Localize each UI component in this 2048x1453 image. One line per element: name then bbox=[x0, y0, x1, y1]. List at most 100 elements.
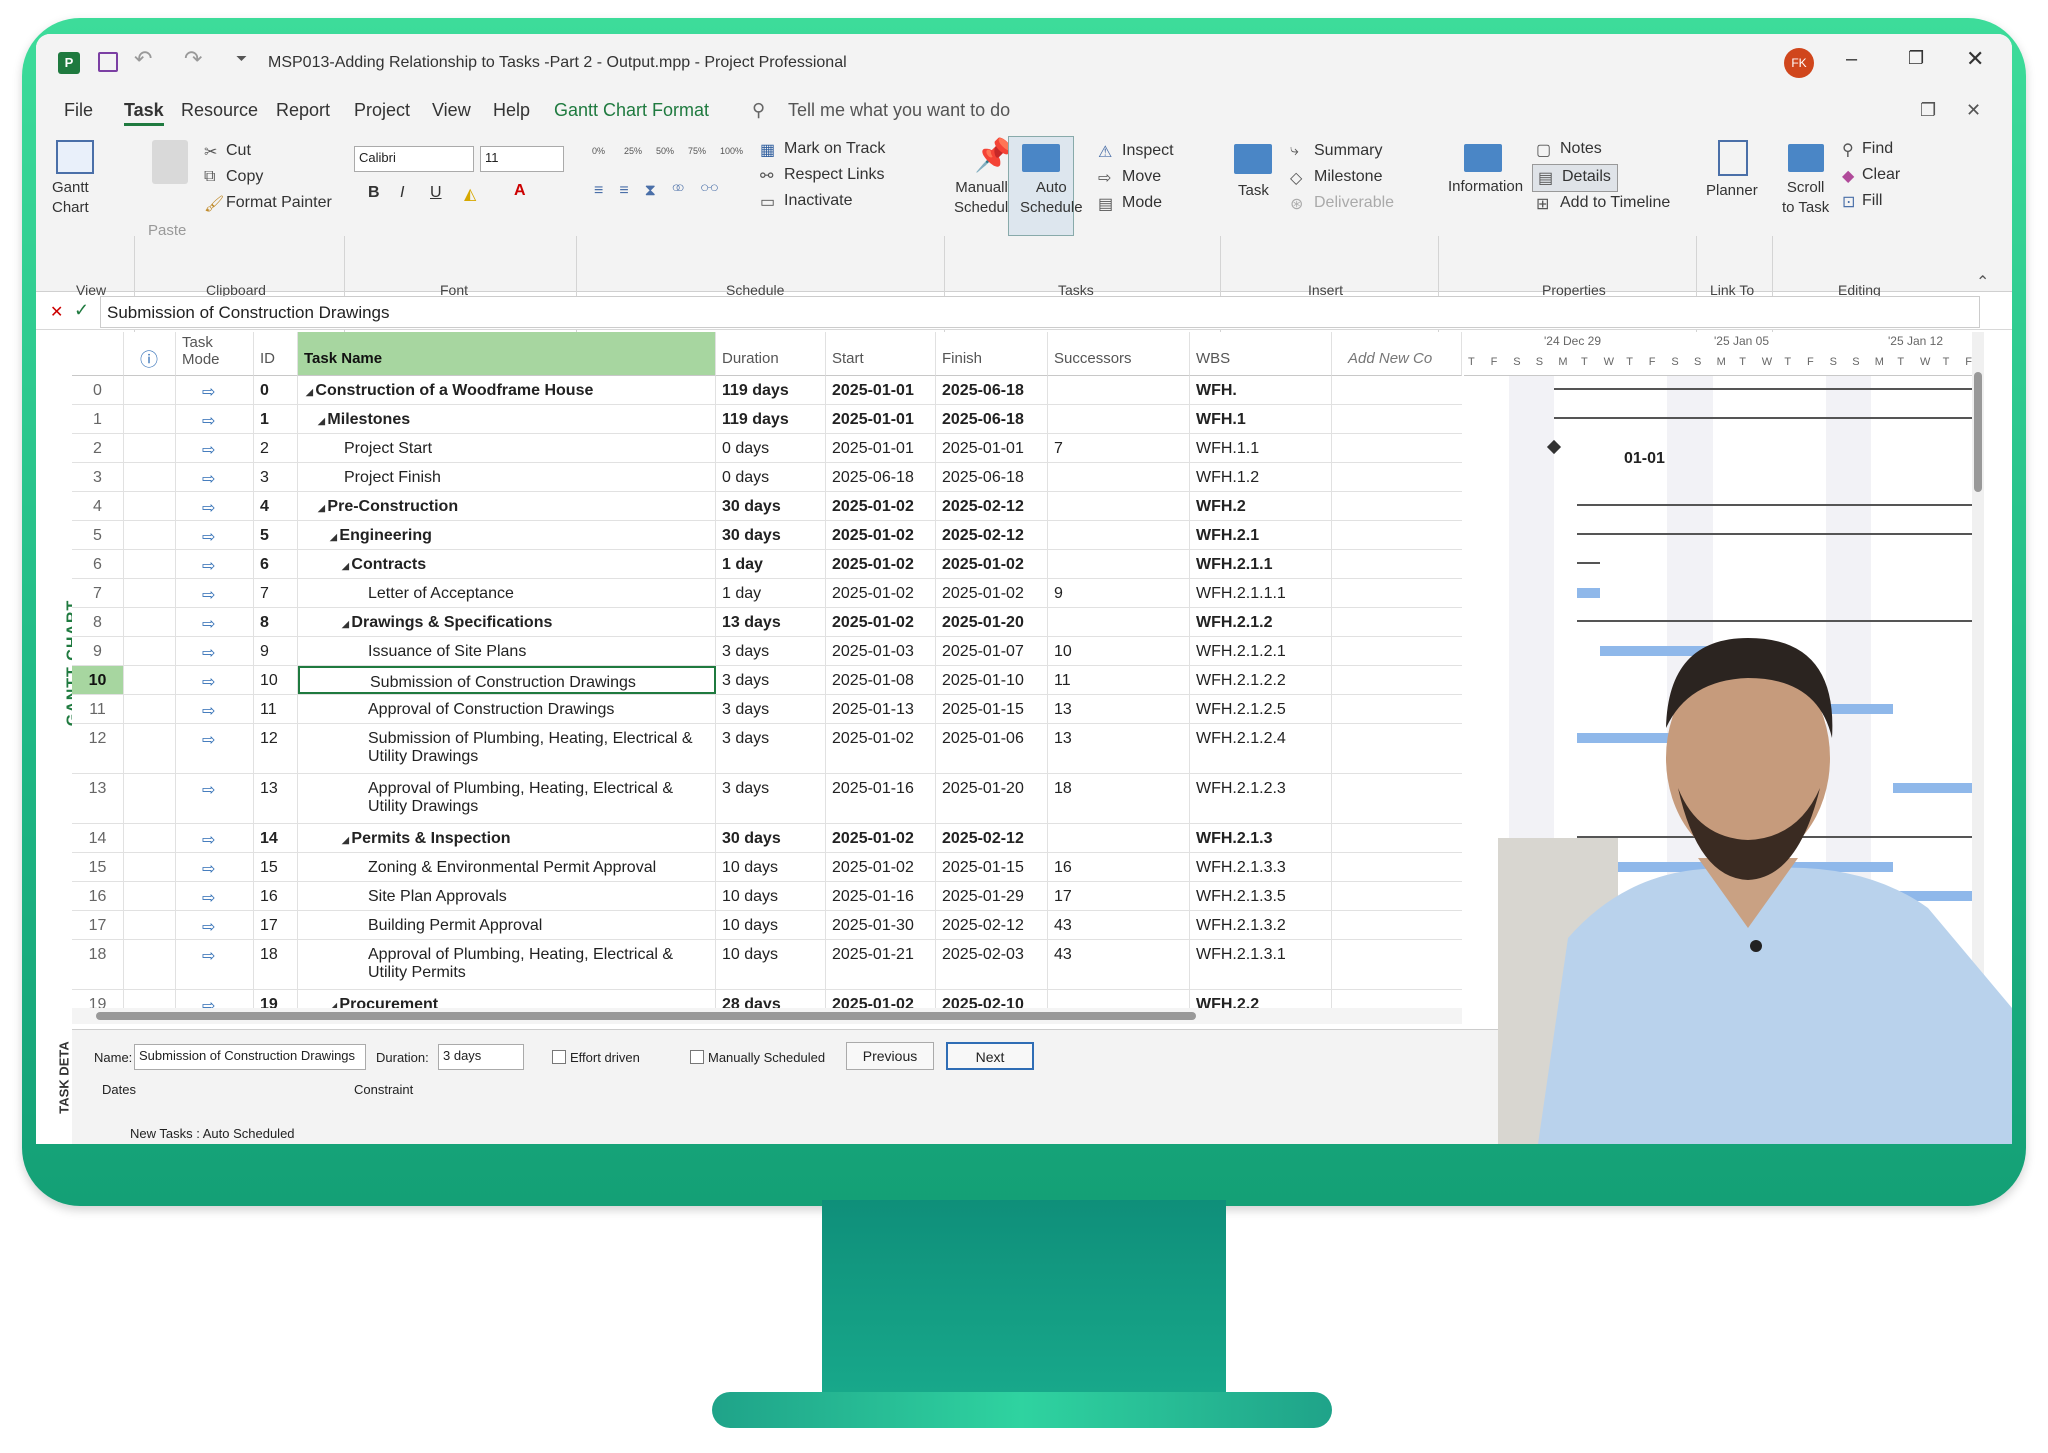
id-cell[interactable]: 17 bbox=[254, 911, 298, 939]
succ-cell[interactable]: 13 bbox=[1048, 695, 1190, 723]
header-task-name[interactable]: Task Name bbox=[298, 332, 716, 376]
pct-50[interactable]: 50% bbox=[656, 146, 674, 156]
duration-cell[interactable]: 0 days bbox=[716, 463, 826, 491]
pct-0[interactable]: 0% bbox=[592, 146, 605, 156]
task-name-cell[interactable]: ◢ Engineering bbox=[298, 521, 716, 549]
cancel-entry-icon[interactable]: ✕ bbox=[50, 302, 63, 322]
duration-cell[interactable]: 1 day bbox=[716, 550, 826, 578]
duration-cell[interactable]: 30 days bbox=[716, 824, 826, 852]
font-size-select[interactable]: 11 bbox=[480, 146, 564, 172]
table-row[interactable]: 16 ⇨ 16 Site Plan Approvals 10 days 2025-01-1… bbox=[72, 882, 1462, 911]
duration-cell[interactable]: 119 days bbox=[716, 376, 826, 404]
duration-cell[interactable]: 3 days bbox=[716, 695, 826, 723]
collapse-triangle-icon[interactable]: ◢ bbox=[342, 619, 351, 629]
wbs-cell[interactable]: WFH.2 bbox=[1190, 492, 1332, 520]
table-row[interactable]: 8 ⇨ 8 ◢ Drawings & Specifications 13 days 202… bbox=[72, 608, 1462, 637]
start-cell[interactable]: 2025-01-02 bbox=[826, 724, 936, 773]
table-row[interactable]: 2 ⇨ 2 Project Start 0 days 2025-01-01 2025-01-… bbox=[72, 434, 1462, 463]
clear-button[interactable]: Clear bbox=[1862, 166, 1900, 184]
id-cell[interactable]: 15 bbox=[254, 853, 298, 881]
duration-cell[interactable]: 10 days bbox=[716, 882, 826, 910]
duration-cell[interactable]: 3 days bbox=[716, 666, 826, 694]
add-to-timeline-button[interactable]: Add to Timeline bbox=[1560, 194, 1670, 212]
start-cell[interactable]: 2025-01-02 bbox=[826, 608, 936, 636]
summary-bar[interactable] bbox=[1554, 417, 1972, 419]
table-row[interactable]: 6 ⇨ 6 ◢ Contracts 1 day 2025-01-02 2025-01-02 W… bbox=[72, 550, 1462, 579]
start-cell[interactable]: 2025-01-01 bbox=[826, 405, 936, 433]
wbs-cell[interactable]: WFH.2.1.1 bbox=[1190, 550, 1332, 578]
summary-bar[interactable] bbox=[1577, 533, 1972, 535]
duration-cell[interactable]: 0 days bbox=[716, 434, 826, 462]
row-number[interactable]: 15 bbox=[72, 853, 124, 881]
succ-cell[interactable]: 18 bbox=[1048, 774, 1190, 823]
id-cell[interactable]: 14 bbox=[254, 824, 298, 852]
inactivate-button[interactable]: Inactivate bbox=[784, 192, 852, 210]
duration-cell[interactable]: 30 days bbox=[716, 492, 826, 520]
task-bar[interactable] bbox=[1577, 588, 1600, 598]
row-number[interactable]: 16 bbox=[72, 882, 124, 910]
finish-cell[interactable]: 2025-01-07 bbox=[936, 637, 1048, 665]
finish-cell[interactable]: 2025-01-29 bbox=[936, 882, 1048, 910]
next-button[interactable]: Next bbox=[946, 1042, 1034, 1070]
find-button[interactable]: Find bbox=[1862, 140, 1893, 158]
table-row[interactable]: 18 ⇨ 18 Approval of Plumbing, Heating, Elec… bbox=[72, 940, 1462, 990]
pct-25[interactable]: 25% bbox=[624, 146, 642, 156]
wbs-cell[interactable]: WFH.2.1.3.2 bbox=[1190, 911, 1332, 939]
start-cell[interactable]: 2025-01-02 bbox=[826, 521, 936, 549]
row-number[interactable]: 0 bbox=[72, 376, 124, 404]
tab-help[interactable]: Help bbox=[493, 100, 530, 121]
table-row[interactable]: 3 ⇨ 3 Project Finish 0 days 2025-06-18 2025-06… bbox=[72, 463, 1462, 492]
planner-button[interactable]: Planner bbox=[1706, 182, 1758, 199]
wbs-cell[interactable]: WFH.1.1 bbox=[1190, 434, 1332, 462]
start-cell[interactable]: 2025-01-02 bbox=[826, 853, 936, 881]
task-name-cell[interactable]: Site Plan Approvals bbox=[298, 882, 716, 910]
row-number[interactable]: 11 bbox=[72, 695, 124, 723]
tab-file[interactable]: File bbox=[64, 100, 93, 121]
task-name-cell[interactable]: Submission of Construction Drawings bbox=[298, 666, 716, 694]
finish-cell[interactable]: 2025-06-18 bbox=[936, 376, 1048, 404]
task-name-cell[interactable]: Issuance of Site Plans bbox=[298, 637, 716, 665]
id-cell[interactable]: 16 bbox=[254, 882, 298, 910]
copy-button[interactable]: Copy bbox=[226, 168, 263, 186]
succ-cell[interactable] bbox=[1048, 550, 1190, 578]
start-cell[interactable]: 2025-01-08 bbox=[826, 666, 936, 694]
row-number[interactable]: 2 bbox=[72, 434, 124, 462]
move-button[interactable]: Move bbox=[1122, 168, 1161, 186]
table-row[interactable]: 7 ⇨ 7 Letter of Acceptance 1 day 2025-01-02 20… bbox=[72, 579, 1462, 608]
succ-cell[interactable]: 11 bbox=[1048, 666, 1190, 694]
task-name-cell[interactable]: ◢ Pre-Construction bbox=[298, 492, 716, 520]
task-name-cell[interactable]: ◢ Milestones bbox=[298, 405, 716, 433]
succ-cell[interactable]: 43 bbox=[1048, 940, 1190, 989]
task-name-cell[interactable]: Submission of Plumbing, Heating, Electri… bbox=[298, 724, 716, 773]
succ-cell[interactable]: 43 bbox=[1048, 911, 1190, 939]
wbs-cell[interactable]: WFH. bbox=[1190, 376, 1332, 404]
start-cell[interactable]: 2025-01-02 bbox=[826, 492, 936, 520]
finish-cell[interactable]: 2025-01-06 bbox=[936, 724, 1048, 773]
id-cell[interactable]: 8 bbox=[254, 608, 298, 636]
wbs-cell[interactable]: WFH.2.1.2.5 bbox=[1190, 695, 1332, 723]
wbs-cell[interactable]: WFH.1.2 bbox=[1190, 463, 1332, 491]
finish-cell[interactable]: 2025-02-12 bbox=[936, 911, 1048, 939]
start-cell[interactable]: 2025-01-30 bbox=[826, 911, 936, 939]
header-add-new-column[interactable]: Add New Co bbox=[1332, 332, 1462, 376]
wbs-cell[interactable]: WFH.2.1.3.1 bbox=[1190, 940, 1332, 989]
notes-button[interactable]: Notes bbox=[1560, 140, 1602, 158]
row-number[interactable]: 6 bbox=[72, 550, 124, 578]
start-cell[interactable]: 2025-01-02 bbox=[826, 550, 936, 578]
collapse-triangle-icon[interactable]: ◢ bbox=[318, 416, 327, 426]
id-cell[interactable]: 13 bbox=[254, 774, 298, 823]
start-cell[interactable]: 2025-01-16 bbox=[826, 882, 936, 910]
milestone-button[interactable]: Milestone bbox=[1314, 168, 1382, 186]
start-cell[interactable]: 2025-01-16 bbox=[826, 774, 936, 823]
id-cell[interactable]: 2 bbox=[254, 434, 298, 462]
finish-cell[interactable]: 2025-01-10 bbox=[936, 666, 1048, 694]
summary-button[interactable]: Summary bbox=[1314, 142, 1382, 160]
succ-cell[interactable]: 16 bbox=[1048, 853, 1190, 881]
succ-cell[interactable] bbox=[1048, 463, 1190, 491]
succ-cell[interactable]: 17 bbox=[1048, 882, 1190, 910]
header-wbs[interactable]: WBS bbox=[1190, 332, 1332, 376]
mark-on-track-button[interactable]: Mark on Track bbox=[784, 140, 885, 158]
duration-cell[interactable]: 30 days bbox=[716, 521, 826, 549]
finish-cell[interactable]: 2025-01-02 bbox=[936, 550, 1048, 578]
succ-cell[interactable] bbox=[1048, 521, 1190, 549]
